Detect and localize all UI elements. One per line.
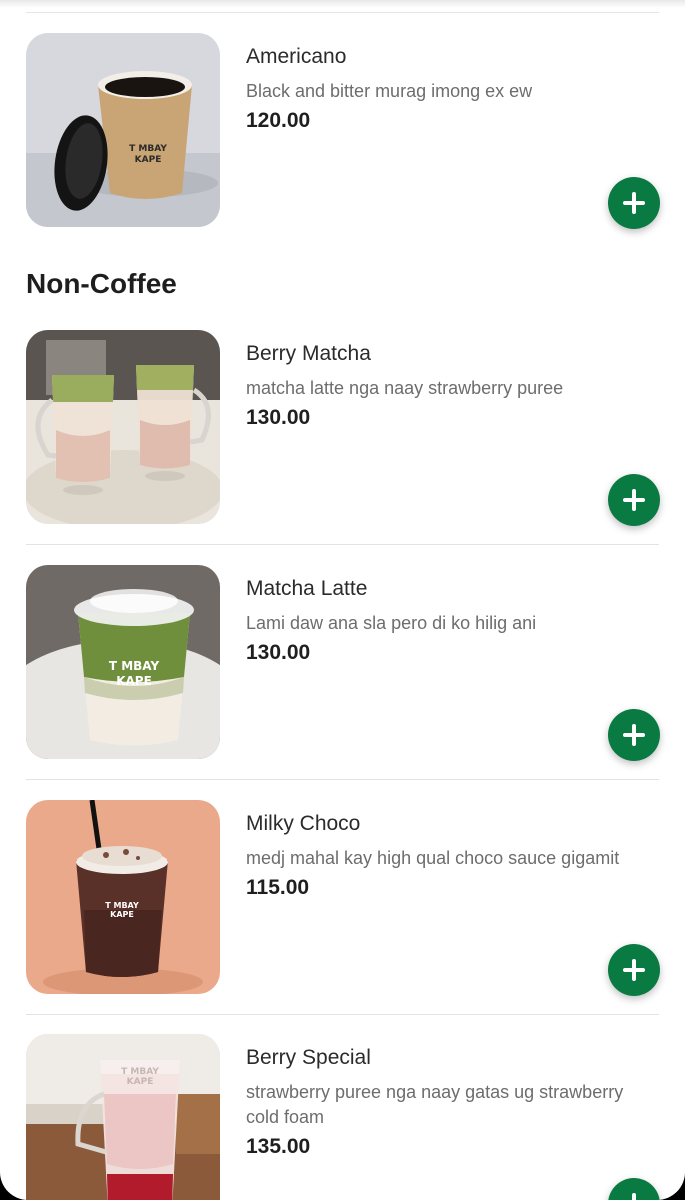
item-divider [26,1014,659,1015]
plus-icon [623,724,645,746]
add-to-cart-button[interactable] [608,177,660,229]
plus-icon [623,959,645,981]
item-image: T MBAY KAPE [26,33,220,227]
svg-text:KAPE: KAPE [127,1077,154,1087]
section-title-non-coffee: Non-Coffee [26,268,177,299]
item-description: strawberry puree nga naay gatas ug straw… [246,1082,624,1127]
svg-text:T MBAY: T MBAY [105,901,139,910]
plus-icon [623,192,645,214]
header-shadow [0,0,685,8]
add-to-cart-button[interactable] [608,944,660,996]
add-to-cart-button[interactable] [608,709,660,761]
item-name: Berry Matcha [246,342,371,365]
item-description: matcha latte nga naay strawberry puree [246,378,564,398]
svg-text:T MBAY: T MBAY [129,144,167,154]
item-description: Lami daw ana sla pero di ko hilig ani [246,613,537,633]
item-name: Milky Choco [246,812,361,835]
item-image: T MBAY KAPE [26,800,220,994]
plus-icon [623,1193,645,1200]
svg-text:T MBAY: T MBAY [121,1067,159,1077]
item-price: 115.00 [246,876,310,899]
svg-text:KAPE: KAPE [135,155,162,165]
top-divider [26,12,659,13]
item-description: Black and bitter murag imong ex ew [246,81,533,101]
item-name: Berry Special [246,1046,371,1069]
item-image: T MBAY KAPE [26,565,220,759]
item-name: Matcha Latte [246,577,368,600]
menu-screen: T MBAY KAPE Americano Black and bitter m… [0,0,685,1200]
item-name: Americano [246,45,347,68]
item-description: medj mahal kay high qual choco sauce gig… [246,848,620,868]
svg-text:KAPE: KAPE [110,910,134,919]
item-divider [26,779,659,780]
svg-text:T MBAY: T MBAY [109,659,160,673]
add-to-cart-button[interactable] [608,1178,660,1200]
item-price: 130.00 [246,641,311,664]
item-price: 120.00 [246,109,311,132]
add-to-cart-button[interactable] [608,474,660,526]
item-divider [26,544,659,545]
item-price: 130.00 [246,406,311,429]
item-image [26,330,220,524]
plus-icon [623,489,645,511]
item-price: 135.00 [246,1135,311,1158]
item-image: T MBAY KAPE [26,1034,220,1200]
svg-text:KAPE: KAPE [116,674,152,688]
